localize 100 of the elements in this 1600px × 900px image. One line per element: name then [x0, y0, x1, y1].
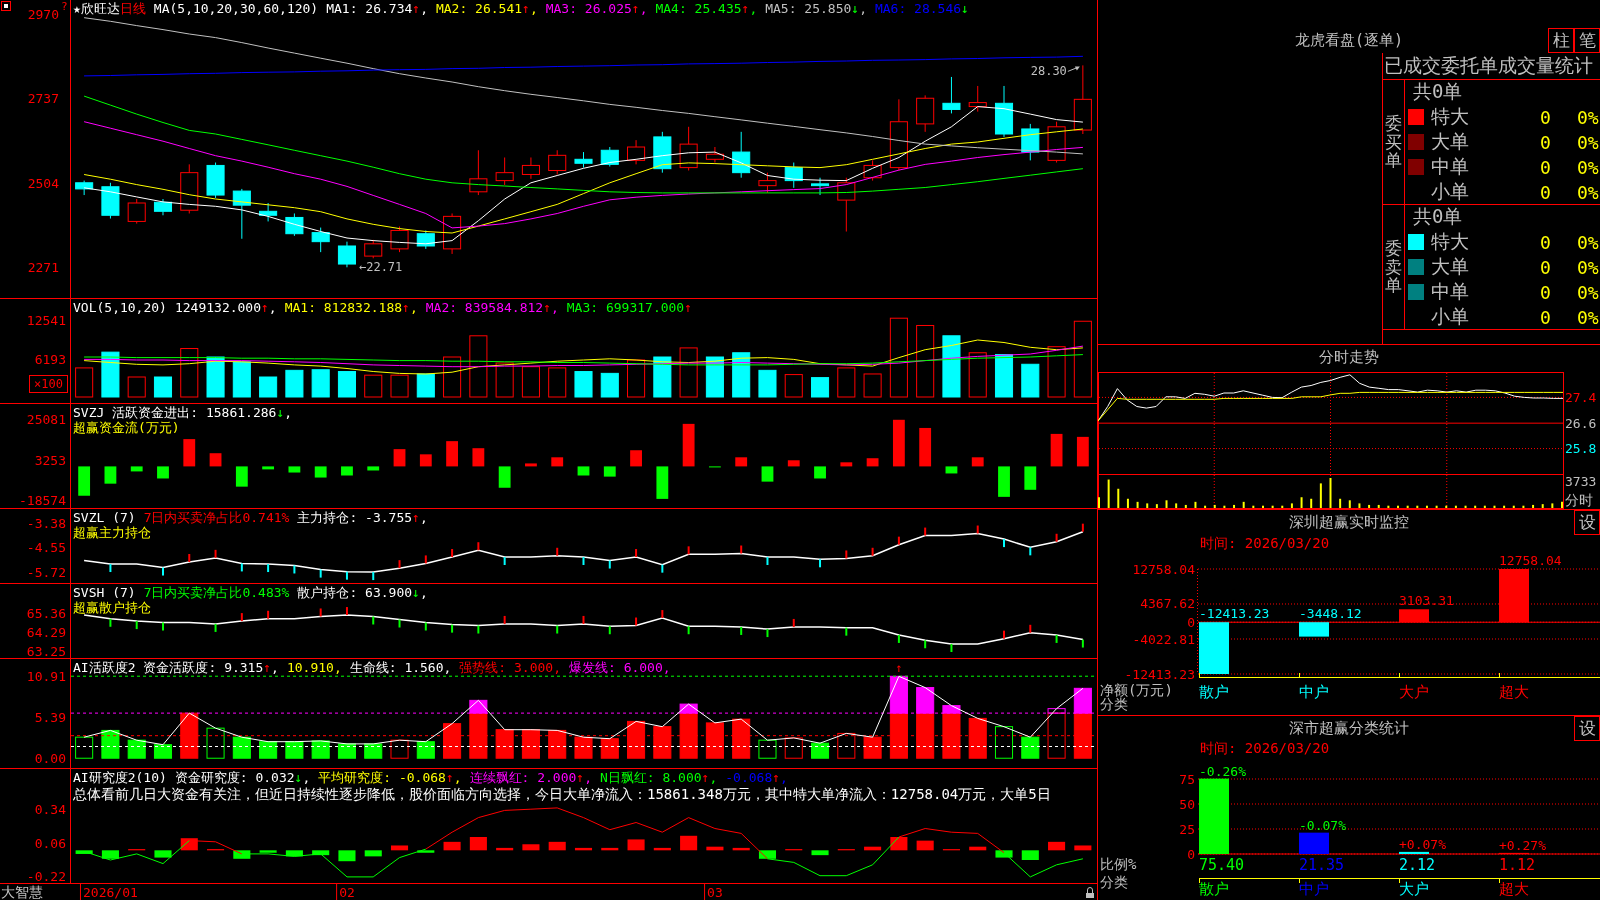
indicator-reading: MA1: 26.734↑, — [326, 1, 428, 16]
category-label: 大户 — [1399, 880, 1429, 898]
signal-mark: ↑ — [895, 661, 903, 675]
axis-title: 分类 — [1100, 696, 1128, 712]
value-label: 75.40 — [1199, 856, 1245, 874]
order-percent: 0% — [1577, 156, 1599, 178]
category-label: 超大 — [1499, 683, 1529, 701]
category-label: 散户 — [1199, 683, 1229, 701]
order-percent: 0% — [1577, 181, 1599, 203]
order-type: 特大 — [1431, 229, 1469, 254]
indicator-name: MA(5,10,20,30,60,120) — [153, 1, 319, 16]
axis-label: 65.36 — [26, 606, 66, 622]
order-type: 中单 — [1431, 154, 1469, 179]
order-percent: 0% — [1577, 256, 1599, 278]
side-label: 委买单 — [1385, 113, 1402, 171]
axis-label: -12413.23 — [1124, 666, 1195, 682]
order-percent: 0% — [1577, 231, 1599, 253]
indicator-reading: 资金活跃度: 9.315↑, — [143, 660, 279, 675]
order-count: 0 — [1540, 156, 1551, 178]
axis-label: -4.55 — [26, 540, 66, 556]
indicator-reading: MA1: 812832.188↑, — [284, 300, 418, 315]
value-label: 21.35 — [1299, 856, 1345, 874]
order-type: 大单 — [1431, 254, 1469, 279]
time-caption: 分时 — [1565, 492, 1593, 508]
indicator-reading: 10.910, — [286, 660, 342, 675]
order-type: 小单 — [1431, 304, 1469, 329]
order-count: 0 — [1540, 231, 1551, 253]
order-count: 0 — [1540, 181, 1551, 203]
axis-label: 12758.04 — [1132, 561, 1195, 577]
indicator-reading: MA2: 839584.812↑, — [425, 300, 559, 315]
axis-label: 0 — [1187, 614, 1195, 630]
value-label: -12413.23 — [1199, 606, 1270, 622]
panel-title: 龙虎看盘(逐单) — [1294, 31, 1404, 50]
axis-label: -4022.81 — [1132, 631, 1195, 647]
brand-label: 大智慧 — [1, 884, 43, 900]
axis-label: -0.22 — [26, 869, 66, 883]
axis-label: -5.72 — [26, 564, 66, 580]
axis-label: 63.25 — [26, 643, 66, 658]
period-label: 日线 — [119, 1, 146, 16]
side-label: 委卖单 — [1385, 238, 1402, 296]
indicator-reading: 主力持仓: -3.755↑, — [297, 510, 428, 525]
indicator-name: SVZJ — [73, 405, 105, 420]
category-label: 中户 — [1299, 683, 1329, 701]
value-label: 2.12 — [1399, 856, 1436, 874]
analysis-text: 总体看前几日大资金有关注，但近日持续性逐步降低，股价面临方向选择，今日大单净流入：15861.348万元，其中特大单净流入：12758.04万元，大单5日 — [73, 785, 1051, 804]
order-percent: 0% — [1577, 281, 1599, 303]
axis-label: 75 — [1179, 771, 1195, 787]
order-type: 小单 — [1431, 179, 1469, 204]
axis-label: 0.00 — [34, 750, 66, 766]
order-percent: 0% — [1577, 106, 1599, 128]
value-label: 1.12 — [1499, 856, 1536, 874]
change-label: +0.27% — [1499, 837, 1546, 853]
axis-label: 10.91 — [26, 668, 66, 684]
change-label: -0.26% — [1199, 763, 1246, 779]
indicator-reading: MA5: 25.850↓, — [765, 1, 867, 16]
axis-label: 25081 — [26, 412, 66, 428]
indicator-reading: 资金研究度: 0.032↓, — [174, 770, 311, 785]
order-percent: 0% — [1577, 131, 1599, 153]
order-type: 中单 — [1431, 279, 1469, 304]
indicator-reading: MA4: 25.435↑, — [655, 1, 758, 16]
unit-label: ×100 — [29, 375, 68, 393]
axis-title: 比例% — [1100, 856, 1137, 872]
axis-label: 50 — [1179, 796, 1195, 812]
change-label: +0.07% — [1399, 836, 1446, 852]
indicator-reading: 平均研究度: -0.068↑, — [318, 770, 462, 785]
axis-label: 2737 — [27, 91, 59, 107]
indicator-reading: 爆发线: 6.000, — [569, 660, 671, 675]
date-label: 03 — [707, 885, 723, 900]
axis-label: 0.34 — [34, 801, 66, 817]
axis-label: 25 — [1179, 821, 1195, 837]
time-label: 时间: 2026/03/20 — [1200, 534, 1330, 553]
indicator-subtitle: 超赢资金流(万元) — [73, 420, 180, 435]
star-icon: ★ — [73, 1, 81, 16]
axis-label: 25.8 — [1565, 441, 1597, 457]
date-label: 02 — [339, 885, 355, 900]
indicator-name: AI研究度2(10) — [73, 770, 167, 785]
axis-title: 净额(万元) — [1100, 682, 1173, 698]
value-label: 12758.04 — [1499, 553, 1562, 568]
indicator-reading: MA3: 26.025↑, — [545, 1, 648, 16]
panel-title: 深市超赢分类统计 — [1289, 719, 1409, 738]
indicator-reading: MA2: 26.541↑, — [435, 1, 538, 16]
value-label: -3448.12 — [1299, 606, 1362, 622]
axis-label: -18574 — [19, 493, 66, 508]
indicator-reading: 散户持仓: 63.900↓, — [297, 585, 428, 600]
help-mark: ? — [61, 0, 68, 13]
category-label: 大户 — [1399, 683, 1429, 701]
indicator-reading: 活跃资金进出: 15861.286↓, — [112, 405, 293, 420]
price-label: 28.30 — [1030, 64, 1067, 79]
axis-label: 64.29 — [26, 625, 66, 641]
order-type: 大单 — [1431, 129, 1469, 154]
indicator-reading: 7日内买卖净占比0.741% — [143, 510, 290, 525]
stock-name: 欣旺达 — [80, 1, 120, 16]
indicator-name: SVZL (7) — [73, 510, 136, 525]
change-label: -0.07% — [1299, 817, 1346, 833]
axis-label: 2271 — [27, 259, 59, 275]
indicator-name: SVSH (7) — [73, 585, 136, 600]
indicator-reading: 7日内买卖净占比0.483% — [143, 585, 290, 600]
order-type: 特大 — [1431, 104, 1469, 129]
indicator-reading: MA3: 699317.000↑ — [566, 300, 693, 315]
indicator-reading: 连续飘红: 2.000↑, — [469, 770, 592, 785]
